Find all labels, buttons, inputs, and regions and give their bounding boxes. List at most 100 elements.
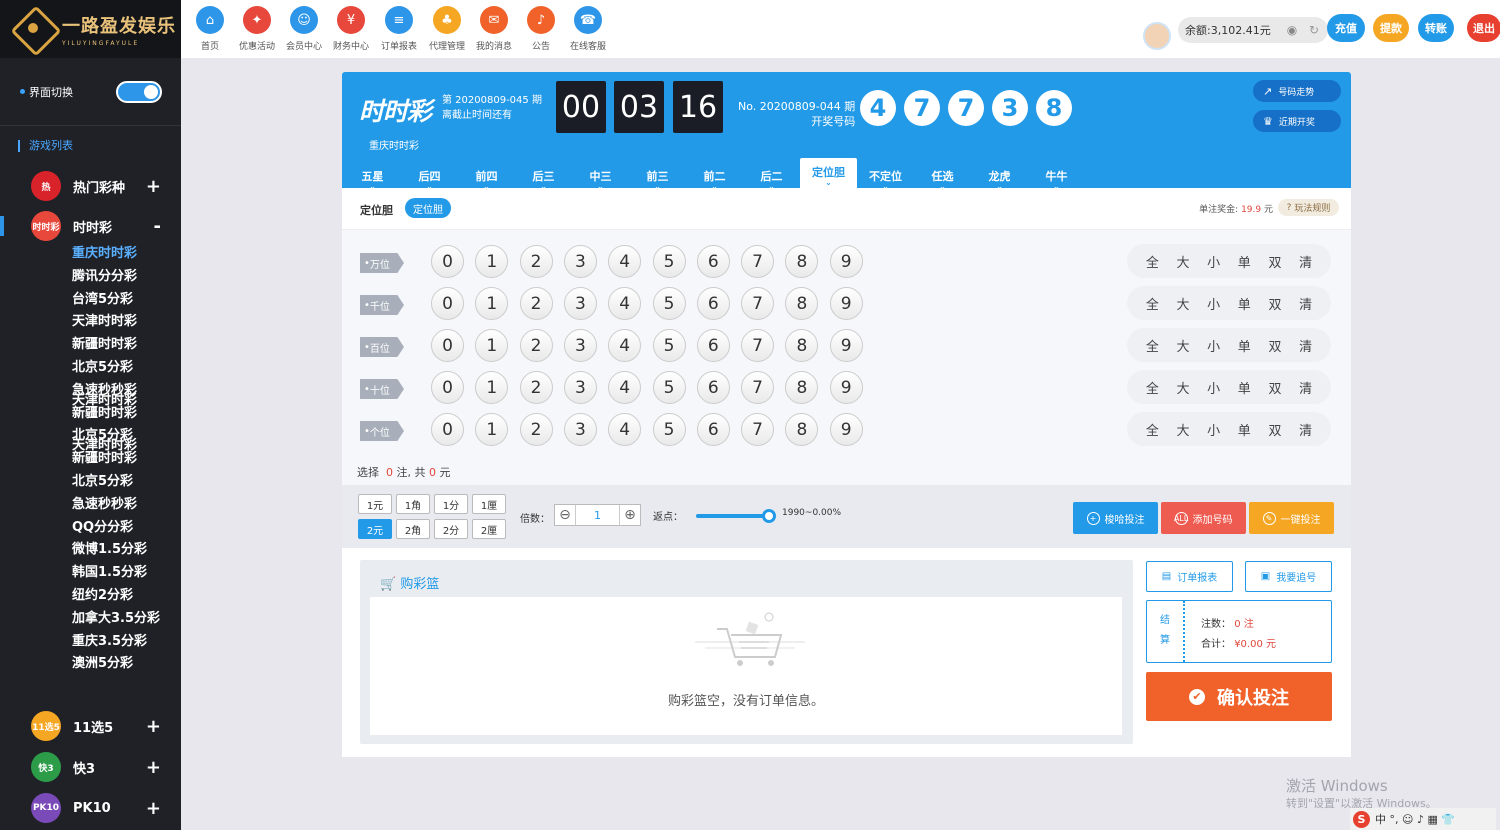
recent-draws-button[interactable]: ♛ 近期开奖	[1253, 110, 1341, 132]
digit-ball[interactable]: 8	[785, 413, 819, 446]
digit-ball[interactable]: 6	[696, 287, 730, 320]
digit-ball[interactable]: 6	[696, 329, 730, 362]
digit-ball[interactable]: 6	[696, 245, 730, 278]
quick-pick-button[interactable]: 单	[1238, 420, 1251, 439]
digit-ball[interactable]: 7	[741, 245, 775, 278]
digit-ball[interactable]: 1	[475, 287, 509, 320]
category-toggle[interactable]: +	[146, 176, 161, 197]
quick-pick-button[interactable]: 小	[1207, 252, 1220, 271]
digit-ball[interactable]: 9	[829, 413, 863, 446]
account-button-1[interactable]: 提款	[1373, 14, 1409, 42]
sidebar-category-4[interactable]: PK10 PK10 +	[0, 788, 181, 828]
quick-pick-button[interactable]: 全	[1146, 420, 1159, 439]
sidebar-sub-item[interactable]: 天津时时彩	[72, 312, 160, 335]
digit-ball[interactable]: 3	[563, 371, 597, 404]
category-toggle[interactable]: +	[146, 757, 161, 778]
digit-ball[interactable]: 8	[785, 287, 819, 320]
eye-icon[interactable]: ◉	[1281, 23, 1303, 37]
quick-pick-button[interactable]: 小	[1207, 336, 1220, 355]
digit-ball[interactable]: 5	[652, 329, 686, 362]
digit-ball[interactable]: 4	[608, 329, 642, 362]
play-tab[interactable]: 前二	[686, 158, 743, 188]
digit-ball[interactable]: 4	[608, 245, 642, 278]
quick-pick-button[interactable]: 全	[1146, 294, 1159, 313]
sidebar-sub-item[interactable]: 加拿大3.5分彩	[72, 609, 160, 632]
digit-ball[interactable]: 3	[563, 329, 597, 362]
play-tab[interactable]: 龙虎	[971, 158, 1028, 188]
sidebar-category-0[interactable]: 热热门彩种 +	[0, 166, 181, 206]
refresh-icon[interactable]: ↻	[1303, 23, 1325, 37]
play-tab[interactable]: 任选	[914, 158, 971, 188]
quick-pick-button[interactable]: 双	[1268, 252, 1281, 271]
rule-button[interactable]: ? 玩法规则	[1278, 199, 1339, 216]
play-pill[interactable]: 定位胆	[405, 198, 451, 218]
play-tab[interactable]: 后二	[743, 158, 800, 188]
sidebar-sub-item[interactable]: 台湾5分彩	[72, 290, 160, 313]
digit-ball[interactable]: 0	[431, 329, 464, 362]
unit-button[interactable]: 1厘	[472, 494, 506, 514]
quick-pick-button[interactable]: 双	[1268, 378, 1281, 397]
unit-button[interactable]: 2分	[434, 519, 468, 539]
nav-item-5[interactable]: ♣ 代理管理	[424, 6, 470, 52]
sidebar-sub-item[interactable]: QQ分分彩	[72, 518, 160, 541]
digit-ball[interactable]: 8	[785, 329, 819, 362]
quick-pick-button[interactable]: 小	[1207, 420, 1220, 439]
quick-pick-button[interactable]: 清	[1299, 252, 1312, 271]
chase-number-button[interactable]: ▣ 我要追号	[1245, 561, 1332, 592]
quick-pick-button[interactable]: 单	[1238, 378, 1251, 397]
digit-ball[interactable]: 2	[519, 413, 553, 446]
digit-ball[interactable]: 8	[785, 371, 819, 404]
quick-pick-button[interactable]: 大	[1176, 336, 1189, 355]
digit-ball[interactable]: 9	[829, 245, 863, 278]
quick-pick-button[interactable]: 小	[1207, 378, 1220, 397]
nav-item-8[interactable]: ☎ 在线客服	[565, 6, 611, 52]
nav-item-6[interactable]: ✉ 我的消息	[471, 6, 517, 52]
digit-ball[interactable]: 1	[475, 245, 509, 278]
multiplier-input[interactable]	[575, 505, 620, 525]
trend-button[interactable]: ↗ 号码走势	[1253, 80, 1341, 102]
digit-ball[interactable]: 9	[829, 371, 863, 404]
quick-pick-button[interactable]: 全	[1146, 336, 1159, 355]
digit-ball[interactable]: 4	[608, 371, 642, 404]
play-tab[interactable]: 五星	[344, 158, 401, 188]
quick-pick-button[interactable]: 大	[1176, 420, 1189, 439]
brand-logo[interactable]: 一路盈发娱乐 YILUYINGFAYULE	[0, 0, 181, 58]
unit-button[interactable]: 1元	[358, 494, 392, 514]
digit-ball[interactable]: 0	[431, 371, 464, 404]
quick-pick-button[interactable]: 大	[1176, 294, 1189, 313]
play-tab[interactable]: 前四	[458, 158, 515, 188]
sidebar-category-3[interactable]: 快3 快3 +	[0, 747, 181, 787]
unit-button[interactable]: 2元	[358, 519, 392, 539]
quick-pick-button[interactable]: 单	[1238, 294, 1251, 313]
category-toggle[interactable]: +	[146, 716, 161, 737]
quick-pick-button[interactable]: 双	[1268, 420, 1281, 439]
digit-ball[interactable]: 3	[563, 287, 597, 320]
ime-toolbar[interactable]: S 中 °, ☺ ♪ ▦ 👕	[1350, 808, 1496, 830]
category-toggle[interactable]: +	[146, 798, 161, 819]
play-tab[interactable]: 定位胆	[800, 158, 857, 188]
digit-ball[interactable]: 0	[431, 245, 464, 278]
digit-ball[interactable]: 9	[829, 329, 863, 362]
avatar[interactable]	[1143, 22, 1171, 50]
sidebar-sub-item[interactable]: 微博1.5分彩	[72, 540, 160, 563]
sidebar-sub-item[interactable]: 重庆时时彩	[72, 244, 160, 267]
digit-ball[interactable]: 1	[475, 371, 509, 404]
digit-ball[interactable]: 2	[519, 245, 553, 278]
nav-item-3[interactable]: ¥ 财务中心	[328, 6, 374, 52]
digit-ball[interactable]: 5	[652, 413, 686, 446]
nav-item-1[interactable]: ✦ 优惠活动	[234, 6, 280, 52]
digit-ball[interactable]: 2	[519, 371, 553, 404]
sidebar-sub-item[interactable]: 北京5分彩	[72, 358, 160, 381]
sidebar-sub-item[interactable]: 急速秒秒彩	[72, 495, 160, 518]
action-button-1[interactable]: ALL 添加号码	[1161, 502, 1246, 534]
digit-ball[interactable]: 5	[652, 245, 686, 278]
category-toggle[interactable]: -	[154, 216, 161, 237]
sidebar-sub-item[interactable]: 韩国1.5分彩	[72, 563, 160, 586]
quick-pick-button[interactable]: 清	[1299, 294, 1312, 313]
sidebar-sub-item[interactable]: 重庆3.5分彩	[72, 632, 160, 655]
digit-ball[interactable]: 2	[519, 329, 553, 362]
digit-ball[interactable]: 7	[741, 287, 775, 320]
nav-item-7[interactable]: ♪ 公告	[518, 6, 564, 52]
quick-pick-button[interactable]: 双	[1268, 294, 1281, 313]
digit-ball[interactable]: 0	[431, 413, 464, 446]
